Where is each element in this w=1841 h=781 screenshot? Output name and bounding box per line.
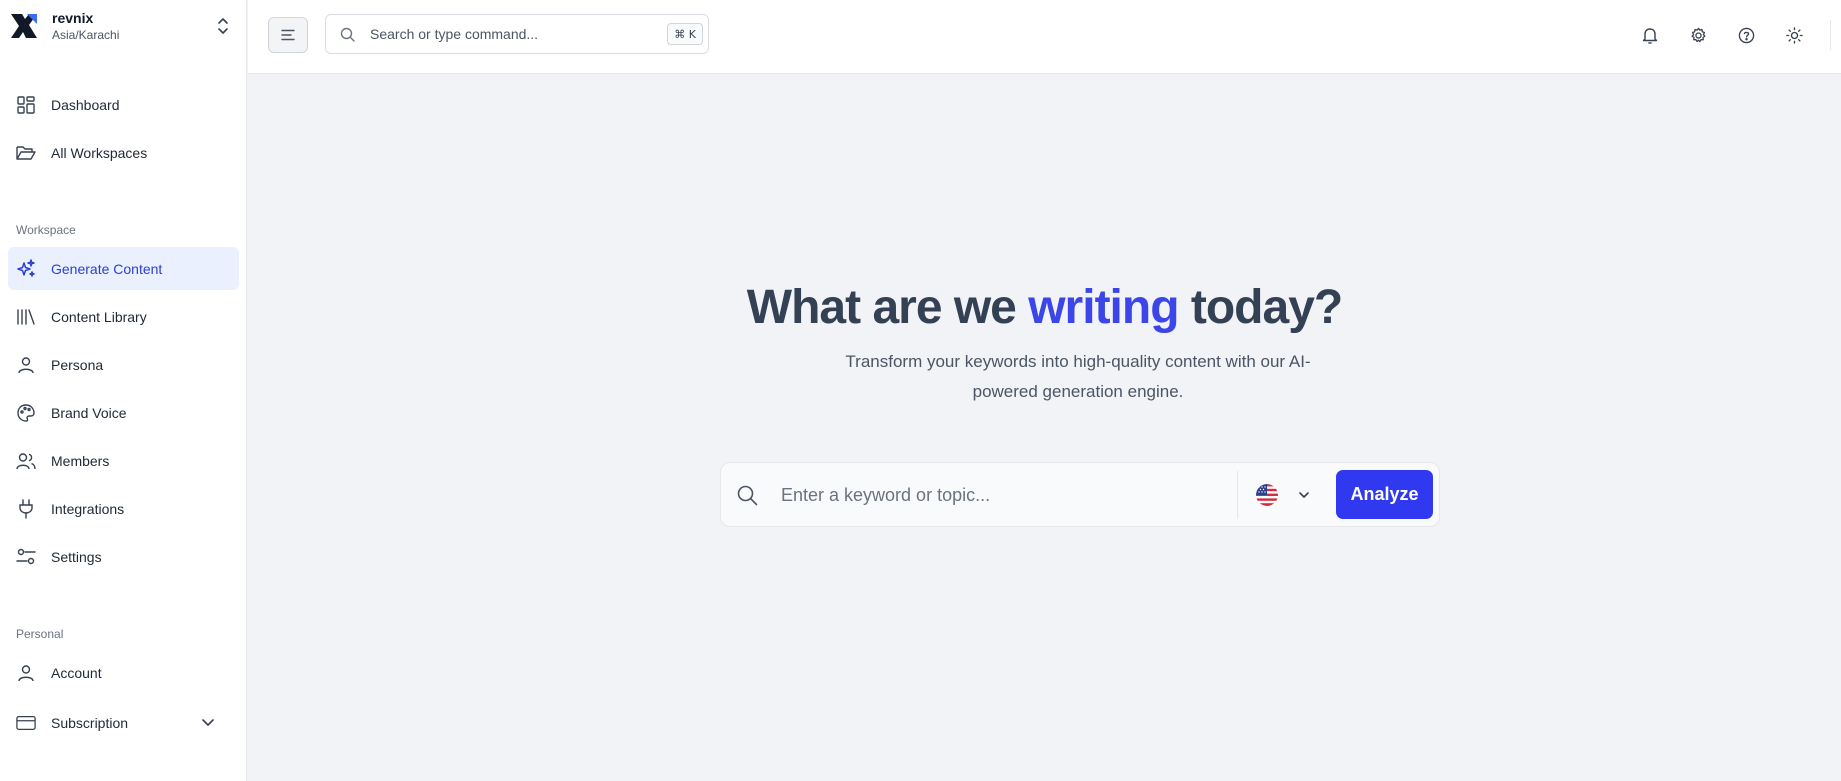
brand-logo-icon: [9, 11, 39, 41]
hero-title: What are we writing today?: [248, 280, 1841, 335]
workspace-name: revnix: [52, 9, 94, 26]
sliders-icon: [16, 547, 36, 567]
sidebar-item-integrations[interactable]: Integrations: [8, 487, 239, 530]
sidebar-item-account[interactable]: Account: [8, 651, 239, 694]
sidebar-item-label: Account: [51, 664, 102, 681]
keyword-input[interactable]: [781, 481, 1221, 509]
sidebar-item-settings[interactable]: Settings: [8, 535, 239, 578]
sidebar-item-label: Persona: [51, 356, 104, 373]
hero-title-pre: What are we: [746, 281, 1029, 334]
main-content: What are we writing today? Transform you…: [248, 0, 1841, 781]
dashboard-icon: [16, 95, 36, 115]
sidebar-item-dashboard[interactable]: Dashboard: [8, 83, 239, 126]
sidebar-item-label: Settings: [51, 548, 102, 565]
folder-open-icon: [16, 143, 36, 163]
sidebar-item-label: Content Library: [51, 308, 147, 325]
plug-icon: [16, 498, 36, 519]
keyword-divider: [1237, 471, 1238, 519]
hero-title-accent: writing: [1028, 281, 1179, 334]
workspace-timezone: Asia/Karachi: [52, 27, 120, 42]
chevron-down-icon[interactable]: [199, 713, 217, 731]
users-icon: [16, 451, 36, 471]
country-select[interactable]: [1256, 481, 1326, 509]
workspace-switcher[interactable]: revnix Asia/Karachi: [9, 8, 233, 44]
section-label-workspace: Workspace: [16, 223, 76, 237]
user-icon: [16, 355, 36, 375]
sidebar: revnix Asia/Karachi Dashboard All Worksp…: [0, 0, 247, 781]
user-icon: [16, 663, 36, 683]
sidebar-item-subscription[interactable]: Subscription: [8, 701, 239, 744]
palette-icon: [16, 403, 36, 423]
sidebar-item-brand-voice[interactable]: Brand Voice: [8, 391, 239, 434]
sidebar-item-content-library[interactable]: Content Library: [8, 295, 239, 338]
sidebar-item-generate-content[interactable]: Generate Content: [8, 247, 239, 290]
credit-card-icon: [16, 713, 36, 733]
sidebar-item-label: Subscription: [51, 714, 129, 731]
sidebar-item-label: Integrations: [51, 500, 125, 517]
section-label-personal: Personal: [16, 627, 64, 641]
sidebar-item-label: Generate Content: [51, 260, 163, 277]
chevrons-up-down-icon[interactable]: [213, 16, 233, 36]
chevron-down-icon: [1296, 487, 1312, 503]
sidebar-item-label: Members: [51, 452, 110, 469]
hero-title-post: today?: [1178, 281, 1343, 334]
search-icon: [735, 483, 759, 507]
library-icon: [16, 307, 36, 327]
sidebar-item-label: Brand Voice: [51, 404, 127, 421]
sparkles-icon: [16, 258, 36, 279]
keyword-search-bar: Analyze: [720, 462, 1440, 527]
sidebar-item-members[interactable]: Members: [8, 439, 239, 482]
sidebar-item-label: Dashboard: [51, 96, 120, 113]
sidebar-item-label: All Workspaces: [51, 144, 148, 161]
us-flag-icon: [1256, 484, 1278, 506]
hero-subtitle: Transform your keywords into high-qualit…: [845, 352, 1311, 401]
sidebar-item-persona[interactable]: Persona: [8, 343, 239, 386]
sidebar-item-all-workspaces[interactable]: All Workspaces: [8, 131, 239, 174]
analyze-button[interactable]: Analyze: [1336, 470, 1433, 519]
